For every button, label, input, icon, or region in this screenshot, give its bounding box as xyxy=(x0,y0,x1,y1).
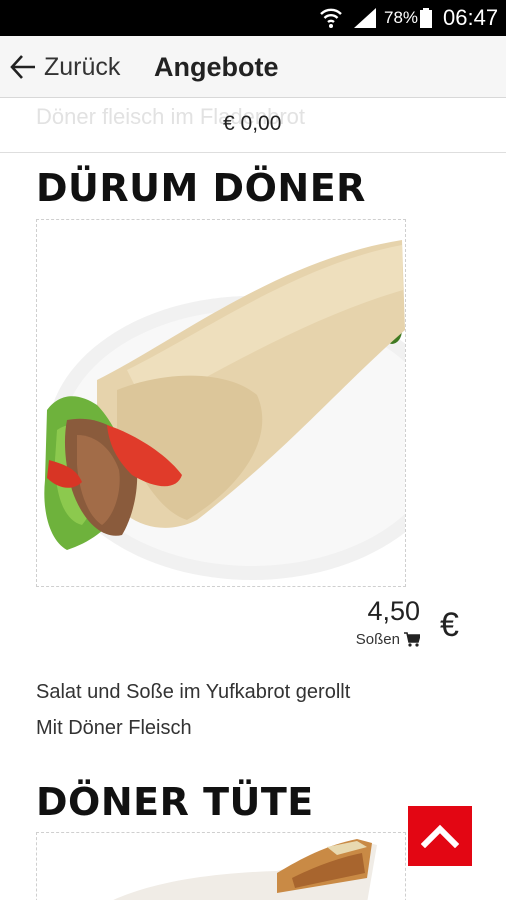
description-line: Mit Döner Fleisch xyxy=(36,717,192,739)
product-image[interactable] xyxy=(36,219,406,587)
description-line: Salat und Soße im Yufkabrot gerollt xyxy=(36,681,351,703)
cart-icon xyxy=(404,632,420,647)
product-price: 4,50 xyxy=(367,596,420,626)
battery-icon xyxy=(420,8,432,28)
currency-symbol: € xyxy=(440,606,459,644)
product-description: Salat und Soße im Yufkabrot gerollt Mit … xyxy=(36,674,350,746)
app-bar: Zurück Angebote xyxy=(0,36,506,98)
previous-item-price: € 0,00 xyxy=(223,112,282,135)
product-title: DÜRUM DÖNER xyxy=(36,166,366,210)
battery-percentage: 78% xyxy=(384,8,419,27)
scroll-to-top-button[interactable] xyxy=(408,806,472,866)
back-label: Zurück xyxy=(44,52,121,81)
page-title: Angebote xyxy=(154,52,279,82)
sauces-label: Soßen xyxy=(355,631,400,648)
status-bar: 78% 06:47 xyxy=(0,0,506,36)
price-block: 4,50 Soßen xyxy=(340,596,420,649)
product-image[interactable] xyxy=(36,832,406,900)
chevron-up-icon xyxy=(421,824,459,848)
arrow-left-icon xyxy=(10,55,35,79)
doner-tute-image xyxy=(113,839,377,900)
wifi-icon xyxy=(320,8,342,28)
product-title: DÖNER TÜTE xyxy=(36,780,314,824)
signal-icon xyxy=(354,8,376,28)
clock: 06:47 xyxy=(443,5,499,30)
durum-wrap-image xyxy=(44,240,405,580)
sauces-cart-button[interactable]: Soßen xyxy=(356,631,420,648)
previous-item: Döner fleisch im Fladenbrot € 0,00 xyxy=(0,98,506,153)
back-button[interactable]: Zurück xyxy=(8,48,120,86)
